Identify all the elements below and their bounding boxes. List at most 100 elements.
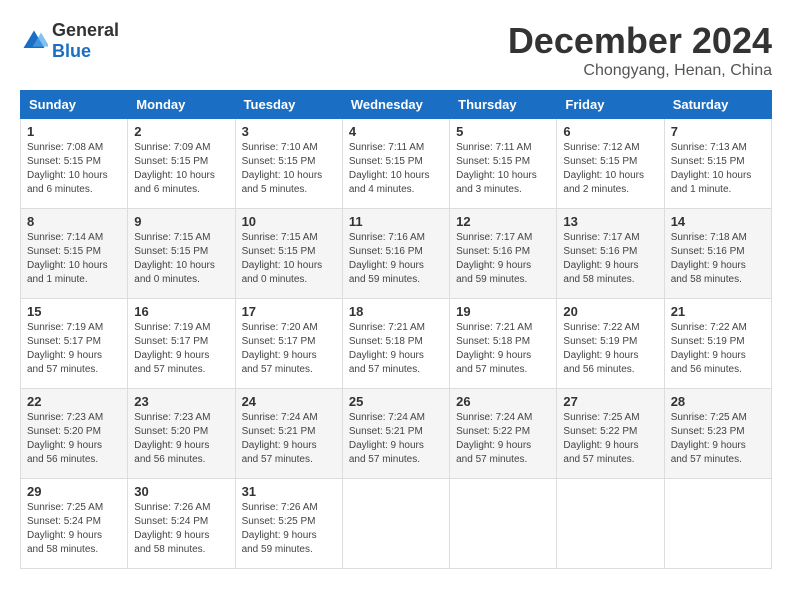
day-number: 18 bbox=[349, 304, 443, 319]
calendar-day-cell: 19 Sunrise: 7:21 AM Sunset: 5:18 PM Dayl… bbox=[450, 299, 557, 389]
weekday-header-cell: Wednesday bbox=[342, 91, 449, 119]
day-info: Sunrise: 7:26 AM Sunset: 5:25 PM Dayligh… bbox=[242, 501, 336, 557]
calendar-day-cell bbox=[664, 479, 771, 569]
day-number: 25 bbox=[349, 394, 443, 409]
calendar-week-row: 15 Sunrise: 7:19 AM Sunset: 5:17 PM Dayl… bbox=[21, 299, 772, 389]
calendar-day-cell: 18 Sunrise: 7:21 AM Sunset: 5:18 PM Dayl… bbox=[342, 299, 449, 389]
calendar-day-cell: 14 Sunrise: 7:18 AM Sunset: 5:16 PM Dayl… bbox=[664, 209, 771, 299]
calendar-day-cell: 16 Sunrise: 7:19 AM Sunset: 5:17 PM Dayl… bbox=[128, 299, 235, 389]
day-info: Sunrise: 7:25 AM Sunset: 5:22 PM Dayligh… bbox=[563, 411, 657, 467]
day-number: 20 bbox=[563, 304, 657, 319]
day-number: 30 bbox=[134, 484, 228, 499]
day-info: Sunrise: 7:24 AM Sunset: 5:22 PM Dayligh… bbox=[456, 411, 550, 467]
calendar-week-row: 22 Sunrise: 7:23 AM Sunset: 5:20 PM Dayl… bbox=[21, 389, 772, 479]
calendar-day-cell: 25 Sunrise: 7:24 AM Sunset: 5:21 PM Dayl… bbox=[342, 389, 449, 479]
weekday-header-cell: Monday bbox=[128, 91, 235, 119]
calendar-day-cell: 21 Sunrise: 7:22 AM Sunset: 5:19 PM Dayl… bbox=[664, 299, 771, 389]
day-info: Sunrise: 7:15 AM Sunset: 5:15 PM Dayligh… bbox=[134, 231, 228, 287]
day-info: Sunrise: 7:21 AM Sunset: 5:18 PM Dayligh… bbox=[349, 321, 443, 377]
day-number: 6 bbox=[563, 124, 657, 139]
weekday-header-cell: Thursday bbox=[450, 91, 557, 119]
calendar-week-row: 1 Sunrise: 7:08 AM Sunset: 5:15 PM Dayli… bbox=[21, 119, 772, 209]
day-info: Sunrise: 7:12 AM Sunset: 5:15 PM Dayligh… bbox=[563, 141, 657, 197]
calendar-day-cell: 10 Sunrise: 7:15 AM Sunset: 5:15 PM Dayl… bbox=[235, 209, 342, 299]
day-number: 7 bbox=[671, 124, 765, 139]
calendar-day-cell: 27 Sunrise: 7:25 AM Sunset: 5:22 PM Dayl… bbox=[557, 389, 664, 479]
day-info: Sunrise: 7:19 AM Sunset: 5:17 PM Dayligh… bbox=[27, 321, 121, 377]
day-info: Sunrise: 7:23 AM Sunset: 5:20 PM Dayligh… bbox=[134, 411, 228, 467]
day-number: 14 bbox=[671, 214, 765, 229]
calendar-day-cell: 12 Sunrise: 7:17 AM Sunset: 5:16 PM Dayl… bbox=[450, 209, 557, 299]
day-info: Sunrise: 7:11 AM Sunset: 5:15 PM Dayligh… bbox=[456, 141, 550, 197]
day-number: 13 bbox=[563, 214, 657, 229]
day-info: Sunrise: 7:19 AM Sunset: 5:17 PM Dayligh… bbox=[134, 321, 228, 377]
title-block: December 2024 Chongyang, Henan, China bbox=[508, 20, 772, 80]
day-info: Sunrise: 7:24 AM Sunset: 5:21 PM Dayligh… bbox=[349, 411, 443, 467]
day-number: 12 bbox=[456, 214, 550, 229]
day-info: Sunrise: 7:13 AM Sunset: 5:15 PM Dayligh… bbox=[671, 141, 765, 197]
calendar-day-cell: 29 Sunrise: 7:25 AM Sunset: 5:24 PM Dayl… bbox=[21, 479, 128, 569]
calendar-day-cell: 28 Sunrise: 7:25 AM Sunset: 5:23 PM Dayl… bbox=[664, 389, 771, 479]
logo-general: General bbox=[52, 20, 119, 40]
page-header: General Blue December 2024 Chongyang, He… bbox=[20, 20, 772, 80]
day-info: Sunrise: 7:23 AM Sunset: 5:20 PM Dayligh… bbox=[27, 411, 121, 467]
calendar-day-cell: 9 Sunrise: 7:15 AM Sunset: 5:15 PM Dayli… bbox=[128, 209, 235, 299]
calendar-day-cell: 13 Sunrise: 7:17 AM Sunset: 5:16 PM Dayl… bbox=[557, 209, 664, 299]
logo-blue: Blue bbox=[52, 41, 91, 61]
calendar-week-row: 8 Sunrise: 7:14 AM Sunset: 5:15 PM Dayli… bbox=[21, 209, 772, 299]
calendar-day-cell: 5 Sunrise: 7:11 AM Sunset: 5:15 PM Dayli… bbox=[450, 119, 557, 209]
day-number: 2 bbox=[134, 124, 228, 139]
day-number: 22 bbox=[27, 394, 121, 409]
day-info: Sunrise: 7:24 AM Sunset: 5:21 PM Dayligh… bbox=[242, 411, 336, 467]
calendar-day-cell: 7 Sunrise: 7:13 AM Sunset: 5:15 PM Dayli… bbox=[664, 119, 771, 209]
calendar-body: 1 Sunrise: 7:08 AM Sunset: 5:15 PM Dayli… bbox=[21, 119, 772, 569]
day-number: 17 bbox=[242, 304, 336, 319]
day-number: 26 bbox=[456, 394, 550, 409]
day-number: 28 bbox=[671, 394, 765, 409]
day-info: Sunrise: 7:10 AM Sunset: 5:15 PM Dayligh… bbox=[242, 141, 336, 197]
day-number: 31 bbox=[242, 484, 336, 499]
calendar-day-cell: 3 Sunrise: 7:10 AM Sunset: 5:15 PM Dayli… bbox=[235, 119, 342, 209]
day-info: Sunrise: 7:17 AM Sunset: 5:16 PM Dayligh… bbox=[456, 231, 550, 287]
day-number: 19 bbox=[456, 304, 550, 319]
calendar-day-cell: 26 Sunrise: 7:24 AM Sunset: 5:22 PM Dayl… bbox=[450, 389, 557, 479]
day-info: Sunrise: 7:09 AM Sunset: 5:15 PM Dayligh… bbox=[134, 141, 228, 197]
calendar-day-cell: 2 Sunrise: 7:09 AM Sunset: 5:15 PM Dayli… bbox=[128, 119, 235, 209]
day-info: Sunrise: 7:22 AM Sunset: 5:19 PM Dayligh… bbox=[671, 321, 765, 377]
calendar-day-cell: 24 Sunrise: 7:24 AM Sunset: 5:21 PM Dayl… bbox=[235, 389, 342, 479]
day-info: Sunrise: 7:15 AM Sunset: 5:15 PM Dayligh… bbox=[242, 231, 336, 287]
calendar-day-cell: 31 Sunrise: 7:26 AM Sunset: 5:25 PM Dayl… bbox=[235, 479, 342, 569]
day-number: 3 bbox=[242, 124, 336, 139]
day-number: 5 bbox=[456, 124, 550, 139]
calendar-day-cell bbox=[557, 479, 664, 569]
day-number: 15 bbox=[27, 304, 121, 319]
day-info: Sunrise: 7:25 AM Sunset: 5:24 PM Dayligh… bbox=[27, 501, 121, 557]
day-number: 24 bbox=[242, 394, 336, 409]
calendar-week-row: 29 Sunrise: 7:25 AM Sunset: 5:24 PM Dayl… bbox=[21, 479, 772, 569]
month-title: December 2024 bbox=[508, 20, 772, 62]
calendar-day-cell: 23 Sunrise: 7:23 AM Sunset: 5:20 PM Dayl… bbox=[128, 389, 235, 479]
day-number: 23 bbox=[134, 394, 228, 409]
calendar-day-cell: 22 Sunrise: 7:23 AM Sunset: 5:20 PM Dayl… bbox=[21, 389, 128, 479]
day-number: 16 bbox=[134, 304, 228, 319]
calendar-day-cell: 30 Sunrise: 7:26 AM Sunset: 5:24 PM Dayl… bbox=[128, 479, 235, 569]
day-number: 9 bbox=[134, 214, 228, 229]
logo: General Blue bbox=[20, 20, 119, 62]
day-number: 11 bbox=[349, 214, 443, 229]
day-info: Sunrise: 7:20 AM Sunset: 5:17 PM Dayligh… bbox=[242, 321, 336, 377]
weekday-header-cell: Sunday bbox=[21, 91, 128, 119]
day-info: Sunrise: 7:08 AM Sunset: 5:15 PM Dayligh… bbox=[27, 141, 121, 197]
calendar-day-cell: 6 Sunrise: 7:12 AM Sunset: 5:15 PM Dayli… bbox=[557, 119, 664, 209]
day-number: 8 bbox=[27, 214, 121, 229]
day-number: 27 bbox=[563, 394, 657, 409]
weekday-header-cell: Friday bbox=[557, 91, 664, 119]
calendar-day-cell: 8 Sunrise: 7:14 AM Sunset: 5:15 PM Dayli… bbox=[21, 209, 128, 299]
day-info: Sunrise: 7:14 AM Sunset: 5:15 PM Dayligh… bbox=[27, 231, 121, 287]
day-info: Sunrise: 7:11 AM Sunset: 5:15 PM Dayligh… bbox=[349, 141, 443, 197]
day-info: Sunrise: 7:25 AM Sunset: 5:23 PM Dayligh… bbox=[671, 411, 765, 467]
calendar-day-cell: 4 Sunrise: 7:11 AM Sunset: 5:15 PM Dayli… bbox=[342, 119, 449, 209]
day-info: Sunrise: 7:18 AM Sunset: 5:16 PM Dayligh… bbox=[671, 231, 765, 287]
calendar-day-cell bbox=[450, 479, 557, 569]
day-info: Sunrise: 7:26 AM Sunset: 5:24 PM Dayligh… bbox=[134, 501, 228, 557]
location-title: Chongyang, Henan, China bbox=[508, 62, 772, 80]
